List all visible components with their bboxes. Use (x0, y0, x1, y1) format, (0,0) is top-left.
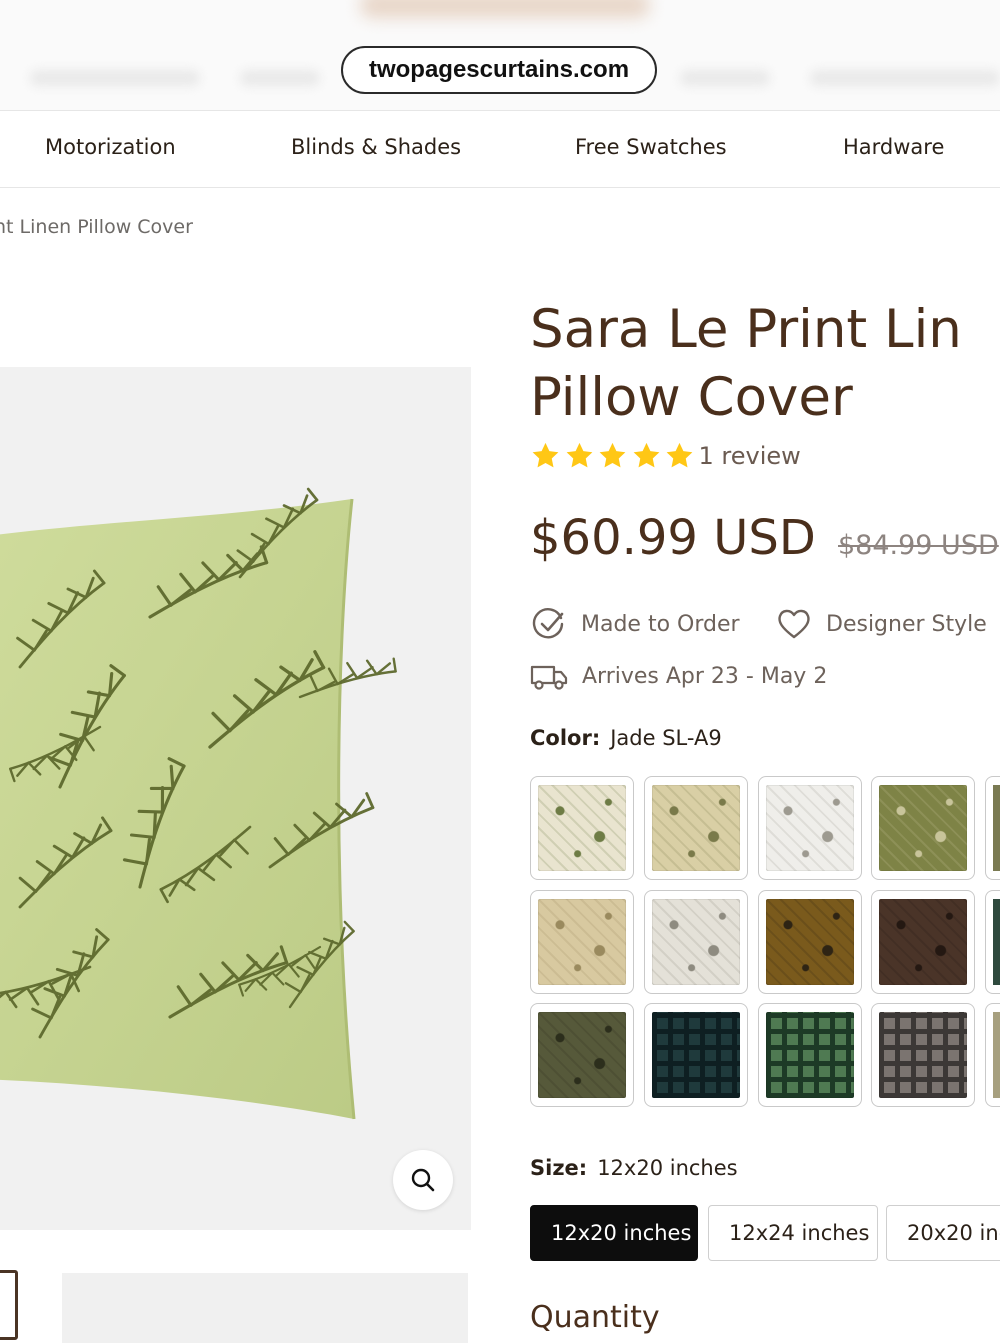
color-swatch-olive-dark-leaf[interactable] (530, 1003, 634, 1107)
swatch-fabric (652, 1012, 740, 1098)
title-line-2: Pillow Cover (530, 367, 853, 428)
color-swatch-edge-swatch-1[interactable] (985, 776, 1000, 880)
swatch-fabric (766, 785, 854, 871)
pillow-illustration (0, 487, 402, 1120)
compare-at-price: $84.99 USD (838, 530, 999, 561)
color-swatch-white-grey-floral[interactable] (758, 776, 862, 880)
header-divider (0, 110, 1000, 111)
star-icon (532, 442, 559, 468)
zoom-button[interactable] (393, 1150, 453, 1210)
color-swatch-navy-green-plaid[interactable] (644, 1003, 748, 1107)
header-link-blurred (680, 70, 770, 86)
product-title: Sara Le Print Lin Pillow Cover (530, 296, 1000, 432)
color-option-label: Color: Jade SL-A9 (530, 726, 722, 750)
swatch-fabric (652, 785, 740, 871)
breadcrumb[interactable]: nt Linen Pillow Cover (0, 216, 193, 238)
color-swatch-beige-green-floral[interactable] (644, 776, 748, 880)
url-bar[interactable]: twopagescurtains.com (341, 46, 657, 94)
arrival-date-text: Arrives Apr 23 - May 2 (582, 663, 828, 689)
color-swatch-edge-swatch-3[interactable] (985, 1003, 1000, 1107)
search-icon (411, 1168, 435, 1192)
swatch-fabric (879, 785, 967, 871)
feature-designer-style: Designer Style (776, 606, 987, 642)
color-swatch-green-plaid[interactable] (758, 1003, 862, 1107)
check-circle-icon (532, 608, 564, 639)
header-link-blurred (810, 70, 1000, 86)
color-label: Color: (530, 726, 601, 750)
color-swatch-ivory-grey-leaf[interactable] (644, 890, 748, 994)
color-swatch-olive-floral[interactable] (871, 776, 975, 880)
nav-free-swatches[interactable]: Free Swatches (575, 135, 727, 159)
swatch-fabric (993, 1012, 1000, 1098)
color-swatch-cream-green-floral[interactable] (530, 776, 634, 880)
nav-hardware[interactable]: Hardware (843, 135, 944, 159)
made-to-order-text: Made to Order (581, 611, 740, 637)
color-swatch-brown-dark-leaf[interactable] (871, 890, 975, 994)
sale-price: $60.99 USD (530, 510, 816, 566)
color-swatch-grey-plaid[interactable] (871, 1003, 975, 1107)
swatch-fabric (993, 899, 1000, 985)
header-link-blurred (240, 70, 320, 86)
rating[interactable]: 1 review (530, 441, 801, 471)
site-header: twopagescurtains.com (0, 0, 1000, 110)
star-icon (633, 442, 659, 468)
size-label: Size: (530, 1156, 588, 1180)
swatch-fabric (993, 785, 1000, 871)
star-icon (666, 442, 693, 468)
heart-icon (778, 609, 810, 639)
swatch-fabric (879, 899, 967, 985)
size-option-label: Size: 12x20 inches (530, 1156, 738, 1180)
star-icon (566, 442, 592, 468)
swatch-fabric (538, 785, 626, 871)
swatch-fabric (652, 899, 740, 985)
nav-motorization[interactable]: Motorization (45, 135, 176, 159)
feature-made-to-order: Made to Order (531, 606, 740, 642)
swatch-fabric (879, 1012, 967, 1098)
star-icon (599, 442, 626, 468)
size-option-20x20[interactable]: 20x20 inc (886, 1205, 1000, 1261)
title-line-1: Sara Le Print Lin (530, 299, 962, 360)
color-swatch-mustard-dark-leaf[interactable] (758, 890, 862, 994)
swatch-fabric (538, 899, 626, 985)
header-link-blurred (30, 70, 200, 86)
size-value: 12x20 inches (597, 1156, 738, 1180)
swatch-fabric (766, 1012, 854, 1098)
site-logo-blurred (360, 0, 650, 18)
review-count-link[interactable]: 1 review (699, 442, 801, 470)
thumbnail-selected[interactable] (0, 1270, 18, 1340)
swatch-fabric (766, 899, 854, 985)
size-option-12x24[interactable]: 12x24 inches (708, 1205, 878, 1261)
nav-blinds-shades[interactable]: Blinds & Shades (291, 135, 461, 159)
product-image[interactable] (0, 367, 471, 1230)
color-value: Jade SL-A9 (610, 726, 722, 750)
delivery-truck-icon (530, 665, 568, 690)
nav-divider (0, 187, 1000, 188)
designer-style-text: Designer Style (826, 611, 987, 637)
size-option-12x20[interactable]: 12x20 inches (530, 1205, 698, 1261)
swatch-fabric (538, 1012, 626, 1098)
color-swatch-sand-leaf[interactable] (530, 890, 634, 994)
feature-arrives: Arrives Apr 23 - May 2 (530, 659, 827, 693)
color-swatch-edge-swatch-2[interactable] (985, 890, 1000, 994)
quantity-label: Quantity (530, 1300, 660, 1335)
